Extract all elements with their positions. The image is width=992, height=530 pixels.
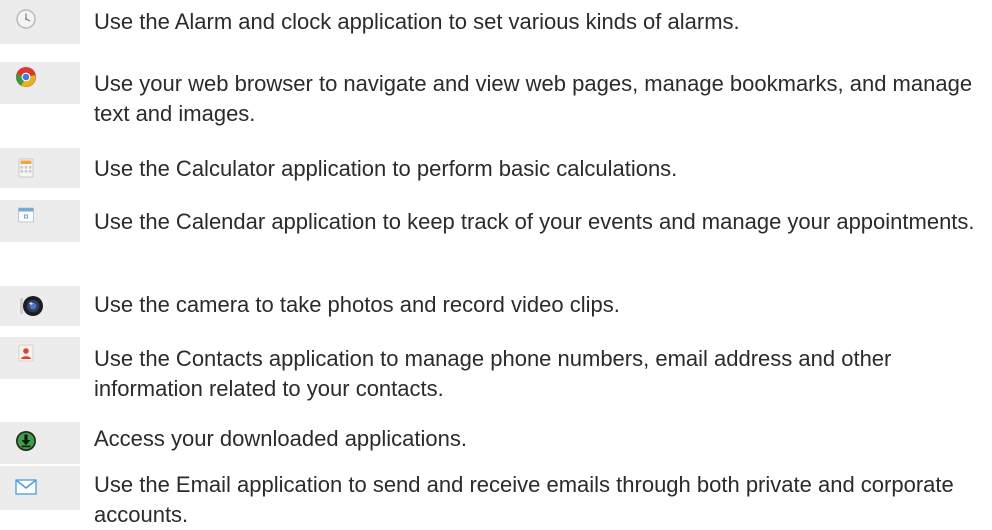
app-description: Use the Calendar application to keep tra… <box>94 209 975 234</box>
app-description: Use the camera to take photos and record… <box>94 292 620 317</box>
icon-cell <box>0 200 80 242</box>
app-description: Use the Contacts application to manage p… <box>94 346 892 401</box>
calculator-icon <box>18 158 34 178</box>
app-description: Use the Calculator application to perfor… <box>94 156 678 181</box>
icon-cell <box>0 422 80 464</box>
contacts-icon <box>18 344 34 362</box>
calendar-icon <box>18 207 34 223</box>
alarm-clock-icon <box>16 9 36 29</box>
icon-cell <box>0 286 80 326</box>
email-icon <box>15 479 37 495</box>
app-description: Use the Alarm and clock application to s… <box>94 9 740 34</box>
download-icon <box>16 431 36 451</box>
app-description: Use the Email application to send and re… <box>94 472 954 527</box>
camera-icon <box>20 296 43 316</box>
web-browser-icon <box>15 67 36 87</box>
application-list: Use the Alarm and clock application to s… <box>0 0 992 527</box>
icon-cell <box>0 148 80 188</box>
icon-cell <box>0 0 80 44</box>
icon-cell <box>0 337 80 379</box>
app-description: Access your downloaded applications. <box>94 426 468 451</box>
icon-cell <box>0 62 80 104</box>
icon-cell <box>0 466 80 510</box>
app-description: Use your web browser to navigate and vie… <box>94 71 973 126</box>
